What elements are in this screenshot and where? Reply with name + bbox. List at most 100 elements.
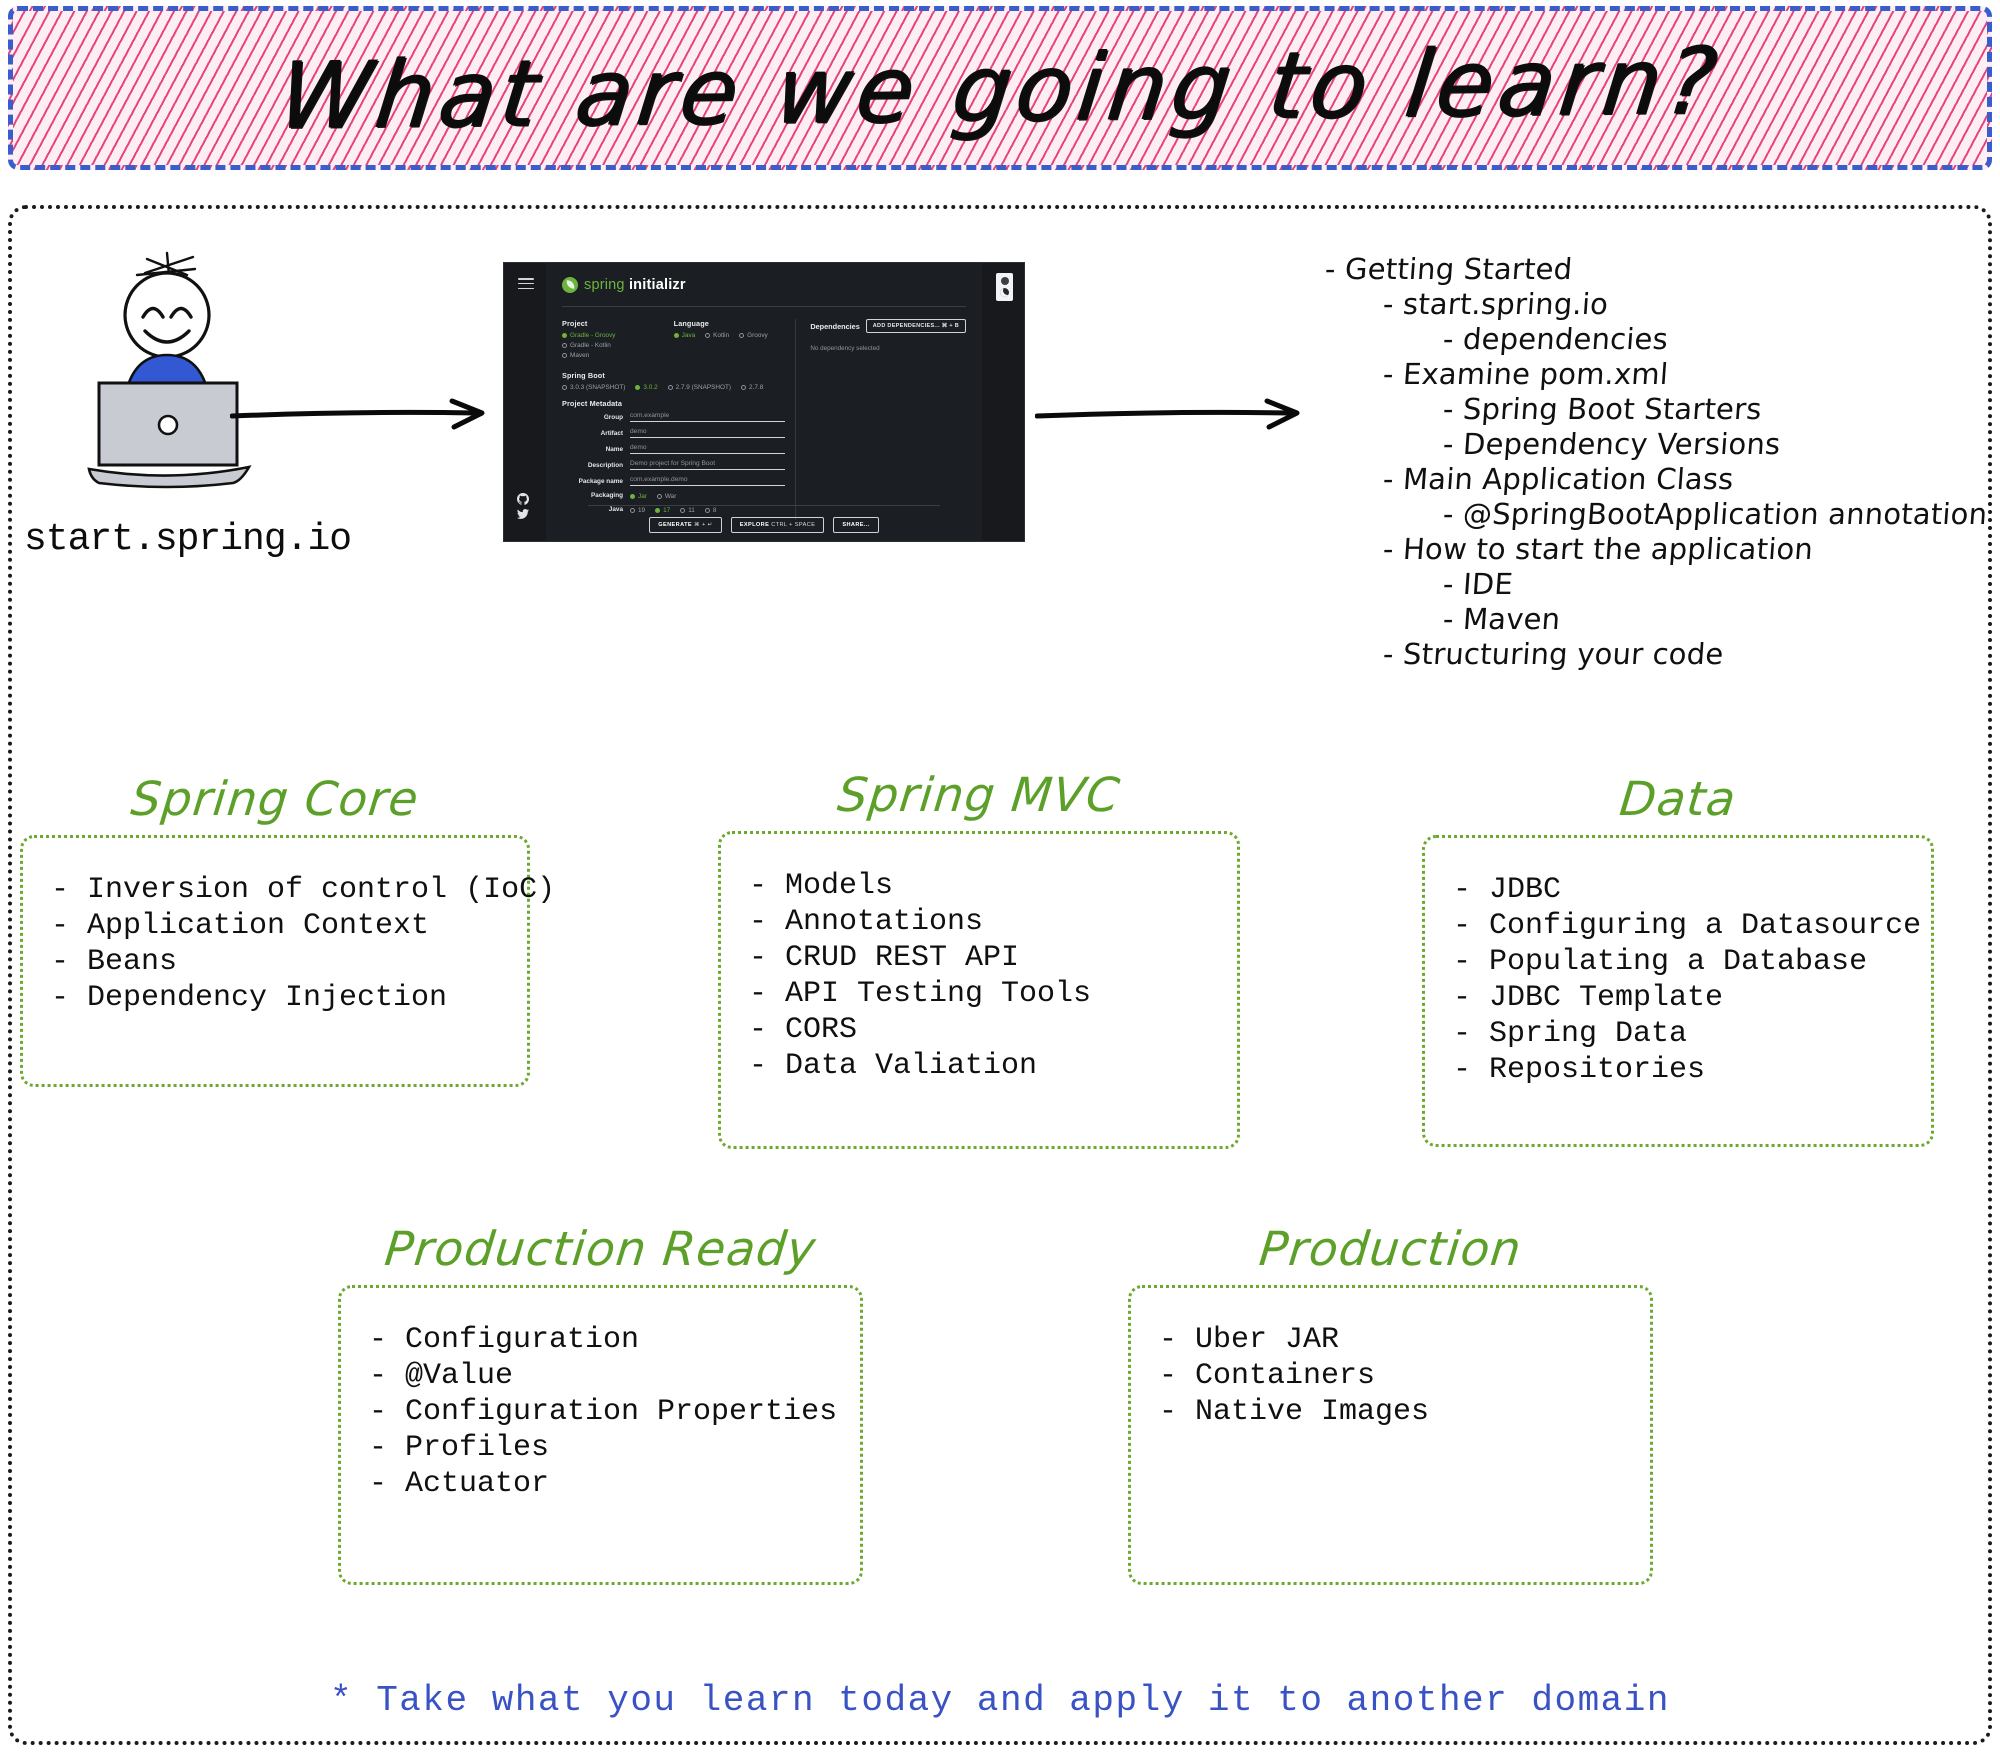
list-item: - JDBC (1453, 873, 1562, 907)
list-item: - JDBC Template (1453, 981, 1724, 1015)
person-at-laptop-icon (85, 245, 275, 500)
radio-icon (562, 333, 567, 338)
theme-toggle-icon[interactable] (996, 273, 1013, 301)
outline-item: - @SpringBootApplication annotation (1441, 497, 1989, 531)
share-button[interactable]: SHARE... (833, 517, 879, 533)
packaging-option[interactable]: Jar (630, 493, 647, 500)
list-item: - Configuring a Datasource (1453, 909, 1922, 943)
list-item: - CRUD REST API (749, 941, 1020, 975)
explore-button[interactable]: EXPLORE CTRL + SPACE (730, 517, 825, 533)
page-title: What are we going to learn? (273, 26, 1727, 150)
radio-icon (562, 385, 567, 390)
java-option[interactable]: 17 (655, 507, 670, 514)
outline-item: - IDE (1441, 567, 1515, 601)
java-option[interactable]: 11 (680, 507, 695, 514)
card-title: Production (1256, 1222, 1525, 1277)
spring-boot-option[interactable]: 2.7.8 (741, 384, 763, 391)
card-data: Data - JDBC - Configuring a Datasource -… (1422, 772, 1934, 1147)
initializr-social-links[interactable] (517, 493, 529, 523)
radio-icon (655, 508, 661, 513)
title-banner: What are we going to learn? (8, 6, 1992, 170)
outline-item: - Spring Boot Starters (1441, 392, 1763, 426)
spring-boot-option[interactable]: 2.7.9 (SNAPSHOT) (667, 384, 731, 391)
outline-item: - Structuring your code (1381, 637, 1725, 671)
card-spring-mvc: Spring MVC - Models - Annotations - CRUD… (718, 768, 1240, 1149)
description-field[interactable]: Description Demo project for Spring Boot (562, 460, 786, 470)
dependencies-label: Dependencies (810, 321, 860, 331)
project-option[interactable]: Maven (562, 352, 674, 359)
card-body: - Uber JAR - Containers - Native Images (1128, 1285, 1653, 1585)
no-dependency-text: No dependency selected (810, 345, 880, 352)
spring-boot-options[interactable]: 3.0.3 (SNAPSHOT) 3.0.2 2.7.9 (SNAPSHOT) … (562, 384, 785, 391)
java-option[interactable]: 8 (704, 507, 716, 514)
spring-boot-option[interactable]: 3.0.2 (635, 384, 658, 391)
package-name-field[interactable]: Package name com.example.demo (562, 476, 786, 486)
outline-item: - Maven (1441, 602, 1562, 636)
card-spring-core: Spring Core - Inversion of control (IoC)… (20, 772, 555, 1087)
project-option[interactable]: Gradle - Kotlin (562, 342, 674, 349)
radio-icon (705, 333, 711, 338)
outline-item: - Examine pom.xml (1381, 357, 1670, 391)
list-item: - Beans (51, 945, 178, 979)
outline-item: - dependencies (1441, 322, 1670, 356)
initializr-logo: spring initializr (546, 263, 982, 293)
radio-icon (562, 343, 567, 348)
list-item: - Actuator (369, 1467, 550, 1501)
radio-icon (741, 385, 747, 390)
arrow-right-icon (1034, 392, 1315, 439)
packaging-option[interactable]: War (656, 493, 676, 500)
outline-item: - Getting Started (1323, 252, 1574, 286)
outline-item: - start.spring.io (1381, 287, 1610, 321)
sun-icon (1000, 276, 1009, 285)
radio-icon (680, 508, 686, 513)
card-body: - Inversion of control (IoC) - Applicati… (20, 835, 555, 1087)
artifact-field[interactable]: Artifact demo (562, 428, 786, 438)
language-options[interactable]: Java Kotlin Groovy (673, 332, 786, 339)
project-option[interactable]: Gradle - Groovy (562, 332, 674, 339)
list-item: - Application Context (51, 909, 430, 943)
brand-initializr: initializr (628, 277, 686, 293)
arrow-right-icon (229, 392, 500, 439)
list-item: - Profiles (369, 1431, 550, 1465)
list-item: - Annotations (749, 905, 984, 939)
java-version-field[interactable]: Java 19 17 11 8 (562, 506, 785, 514)
spring-leaf-icon (562, 277, 578, 293)
initializr-left-column: Project Gradle - Groovy Gradle - Kotlin … (562, 319, 797, 520)
list-item: - API Testing Tools (749, 977, 1092, 1011)
radio-icon (630, 494, 635, 499)
list-item: - Containers (1159, 1359, 1376, 1393)
footnote: * Take what you learn today and apply it… (329, 1680, 1670, 1721)
language-option[interactable]: Java (673, 332, 695, 339)
card-body: - Configuration - @Value - Configuration… (338, 1285, 863, 1585)
initializr-body: spring initializr Project Gradle - Groov… (546, 263, 982, 541)
slide-root: What are we going to learn? start.spring… (0, 0, 2000, 1758)
project-options[interactable]: Gradle - Groovy Gradle - Kotlin Maven (562, 332, 674, 359)
outline-item: - Main Application Class (1381, 462, 1735, 496)
spring-initializr-screenshot: spring initializr Project Gradle - Groov… (503, 262, 1025, 542)
generate-button[interactable]: GENERATE ⌘ + ↵ (649, 517, 722, 533)
github-icon (517, 493, 529, 505)
twitter-icon (517, 509, 529, 519)
project-label: Project (562, 319, 588, 328)
language-option[interactable]: Kotlin (705, 332, 729, 339)
radio-icon (656, 494, 662, 499)
java-option[interactable]: 19 (630, 507, 645, 514)
name-field[interactable]: Name demo (562, 444, 786, 454)
add-dependencies-button[interactable]: ADD DEPENDENCIES... ⌘ + B (865, 319, 966, 333)
topics-outline: - Getting Started - start.spring.io - de… (1323, 252, 1995, 672)
card-title: Production Ready (382, 1222, 819, 1277)
group-field[interactable]: Group com.example (562, 412, 786, 422)
spring-boot-option[interactable]: 3.0.3 (SNAPSHOT) (562, 384, 625, 391)
language-option[interactable]: Groovy (739, 332, 768, 339)
footer-divider (588, 505, 940, 506)
card-production-ready: Production Ready - Configuration - @Valu… (338, 1222, 863, 1585)
radio-icon (667, 385, 673, 390)
card-body: - Models - Annotations - CRUD REST API -… (718, 831, 1240, 1149)
list-item: - @Value (369, 1359, 514, 1393)
list-item: - Models (749, 869, 894, 903)
hamburger-menu-icon[interactable] (518, 278, 534, 292)
initializr-right-rail (982, 263, 1024, 541)
radio-icon (704, 508, 710, 513)
packaging-field[interactable]: Packaging Jar War (562, 492, 785, 500)
card-title: Data (1616, 772, 1739, 827)
